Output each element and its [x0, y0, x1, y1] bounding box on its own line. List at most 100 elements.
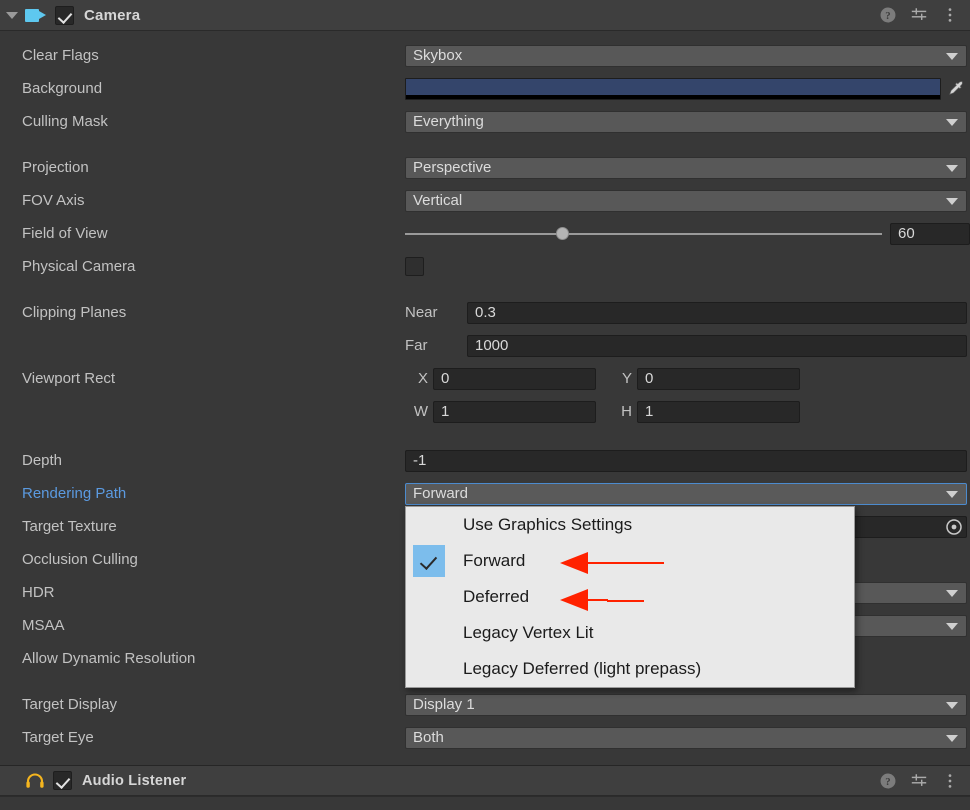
clipping-far-input[interactable]: 1000 — [467, 334, 967, 357]
row-depth: Depth -1 — [0, 444, 970, 477]
popup-item-legacy-vertex-lit[interactable]: Legacy Vertex Lit — [406, 615, 854, 651]
row-viewport-rect-xy: Viewport Rect X 0 Y 0 — [0, 362, 970, 395]
chevron-down-icon — [946, 622, 958, 630]
viewport-x-input[interactable]: 0 — [433, 367, 596, 390]
label-occlusion-culling: Occlusion Culling — [22, 551, 138, 568]
popup-item-use-graphics-settings[interactable]: Use Graphics Settings — [406, 507, 854, 543]
eyedropper-icon[interactable] — [945, 78, 967, 100]
clear-flags-dropdown[interactable]: Skybox — [405, 44, 967, 67]
clipping-near-input[interactable]: 0.3 — [467, 301, 967, 324]
culling-mask-dropdown[interactable]: Everything — [405, 110, 967, 133]
popup-item-label: Forward — [463, 551, 526, 570]
check-icon — [413, 545, 445, 577]
label-target-eye: Target Eye — [22, 729, 94, 746]
viewport-y-value: 0 — [645, 370, 654, 387]
viewport-h-value: 1 — [645, 403, 654, 420]
audio-listener-component-header[interactable]: Audio Listener ? — [0, 765, 970, 796]
rendering-path-dropdown[interactable]: Forward — [405, 482, 967, 505]
label-viewport-y: Y — [621, 370, 632, 387]
audio-listener-enabled-checkbox[interactable] — [53, 771, 72, 790]
viewport-x-value: 0 — [441, 370, 450, 387]
popup-item-deferred[interactable]: Deferred — [406, 579, 854, 615]
row-clipping-planes-near: Clipping Planes Near 0.3 — [0, 296, 970, 329]
popup-item-legacy-deferred[interactable]: Legacy Deferred (light prepass) — [406, 651, 854, 687]
rendering-path-popup-menu[interactable]: Use Graphics Settings Forward Deferred L… — [405, 506, 855, 688]
fov-axis-dropdown[interactable]: Vertical — [405, 189, 967, 212]
row-clear-flags: Clear Flags Skybox — [0, 39, 970, 72]
viewport-h-input[interactable]: 1 — [637, 400, 800, 423]
chevron-down-icon — [946, 701, 958, 709]
background-color-alpha — [406, 94, 940, 99]
clipping-near-value: 0.3 — [475, 304, 496, 321]
label-field-of-view: Field of View — [22, 225, 108, 242]
label-viewport-h: H — [621, 403, 632, 420]
popup-item-label: Use Graphics Settings — [463, 515, 633, 534]
target-eye-dropdown[interactable]: Both — [405, 726, 967, 749]
label-rendering-path: Rendering Path — [22, 485, 127, 502]
chevron-down-icon — [946, 589, 958, 597]
preset-settings-icon[interactable] — [910, 6, 928, 24]
foldout-triangle-icon[interactable] — [6, 11, 18, 19]
label-viewport-w: W — [413, 403, 428, 420]
camera-icon — [25, 8, 47, 23]
projection-dropdown[interactable]: Perspective — [405, 156, 967, 179]
field-of-view-value: 60 — [898, 225, 915, 242]
label-viewport-x: X — [417, 370, 428, 387]
object-picker-icon[interactable] — [945, 518, 963, 536]
row-clipping-planes-far: Far 1000 — [0, 329, 970, 362]
target-display-dropdown[interactable]: Display 1 — [405, 693, 967, 716]
popup-item-forward[interactable]: Forward — [406, 543, 854, 579]
label-allow-dynamic-resolution: Allow Dynamic Resolution — [22, 650, 196, 667]
field-of-view-slider[interactable] — [405, 223, 882, 245]
label-near: Near — [405, 304, 438, 321]
label-culling-mask: Culling Mask — [22, 113, 108, 130]
row-background: Background — [0, 72, 970, 105]
unity-inspector-panel: Camera ? Clear Flags Skybox Background C… — [0, 0, 970, 810]
row-culling-mask: Culling Mask Everything — [0, 105, 970, 138]
label-projection: Projection — [22, 159, 89, 176]
help-icon[interactable]: ? — [879, 6, 897, 24]
preset-settings-icon[interactable] — [910, 772, 928, 790]
more-options-icon[interactable] — [941, 772, 959, 790]
physical-camera-checkbox[interactable] — [405, 257, 424, 276]
row-fov-axis: FOV Axis Vertical — [0, 184, 970, 217]
label-viewport-rect: Viewport Rect — [22, 370, 116, 387]
popup-item-label: Legacy Deferred (light prepass) — [463, 659, 702, 678]
viewport-w-value: 1 — [441, 403, 450, 420]
help-icon[interactable]: ? — [879, 772, 897, 790]
slider-handle[interactable] — [555, 227, 569, 240]
chevron-down-icon — [946, 52, 958, 60]
target-eye-value: Both — [413, 729, 444, 746]
label-target-texture: Target Texture — [22, 518, 117, 535]
viewport-w-input[interactable]: 1 — [433, 400, 596, 423]
background-color-swatch[interactable] — [405, 77, 941, 100]
chevron-down-icon — [946, 734, 958, 742]
more-options-icon[interactable] — [941, 6, 959, 24]
fov-axis-value: Vertical — [413, 192, 463, 209]
label-clear-flags: Clear Flags — [22, 47, 99, 64]
slider-track — [405, 232, 882, 235]
row-target-eye: Target Eye Both — [0, 721, 970, 754]
camera-component-header[interactable]: Camera ? — [0, 0, 970, 31]
label-far: Far — [405, 337, 428, 354]
row-projection: Projection Perspective — [0, 151, 970, 184]
label-msaa: MSAA — [22, 617, 65, 634]
row-viewport-rect-wh: W 1 H 1 — [0, 395, 970, 428]
depth-input[interactable]: -1 — [405, 449, 967, 472]
clear-flags-value: Skybox — [413, 47, 463, 64]
chevron-down-icon — [946, 197, 958, 205]
label-background: Background — [22, 80, 103, 97]
background-color-main — [406, 78, 940, 95]
target-display-value: Display 1 — [413, 696, 475, 713]
field-of-view-input[interactable]: 60 — [890, 222, 970, 245]
camera-enabled-checkbox[interactable] — [55, 5, 74, 25]
clipping-far-value: 1000 — [475, 337, 509, 354]
row-physical-camera: Physical Camera — [0, 250, 970, 283]
svg-text:?: ? — [885, 776, 890, 788]
camera-header-tools: ? — [879, 6, 970, 24]
label-clipping-planes: Clipping Planes — [22, 304, 127, 321]
chevron-down-icon — [946, 164, 958, 172]
viewport-y-input[interactable]: 0 — [637, 367, 800, 390]
label-physical-camera: Physical Camera — [22, 258, 136, 275]
chevron-down-icon — [946, 118, 958, 126]
